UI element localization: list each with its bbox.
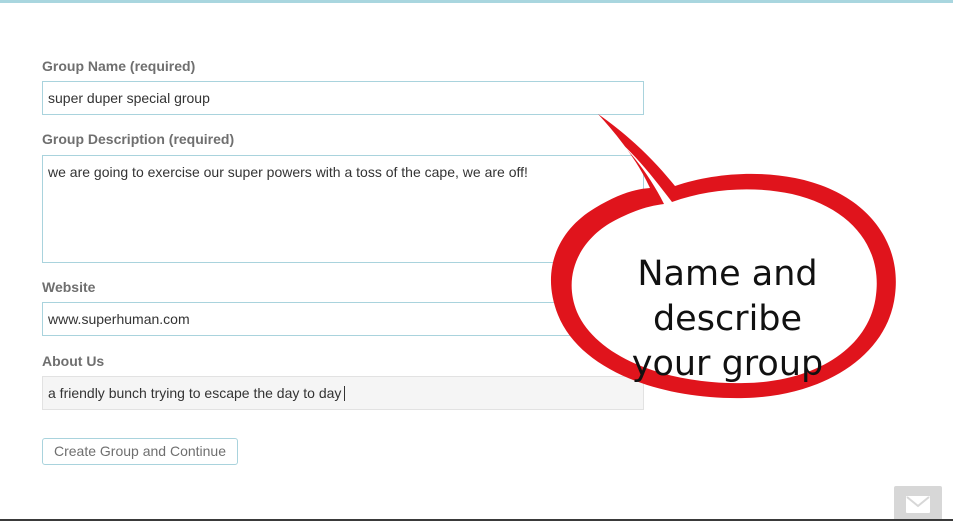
callout-text: Name and describe your group xyxy=(565,252,890,387)
group-description-value: we are going to exercise our super power… xyxy=(48,164,528,180)
contact-button[interactable] xyxy=(894,486,942,521)
about-us-label: About Us xyxy=(42,353,105,369)
text-caret xyxy=(344,386,346,401)
envelope-icon xyxy=(906,496,930,513)
group-description-label: Group Description (required) xyxy=(42,131,235,147)
website-value: www.superhuman.com xyxy=(48,311,190,327)
callout-line-1: Name and describe xyxy=(637,254,818,339)
about-us-value: a friendly bunch trying to escape the da… xyxy=(48,385,342,401)
website-label: Website xyxy=(42,279,96,295)
create-group-page: Group Name (required) super duper specia… xyxy=(0,0,953,521)
group-name-label: Group Name (required) xyxy=(42,58,196,74)
callout-line-2: your group xyxy=(631,344,824,384)
group-name-value: super duper special group xyxy=(48,90,210,106)
top-accent-bar xyxy=(0,0,953,3)
create-group-button[interactable]: Create Group and Continue xyxy=(42,438,238,465)
